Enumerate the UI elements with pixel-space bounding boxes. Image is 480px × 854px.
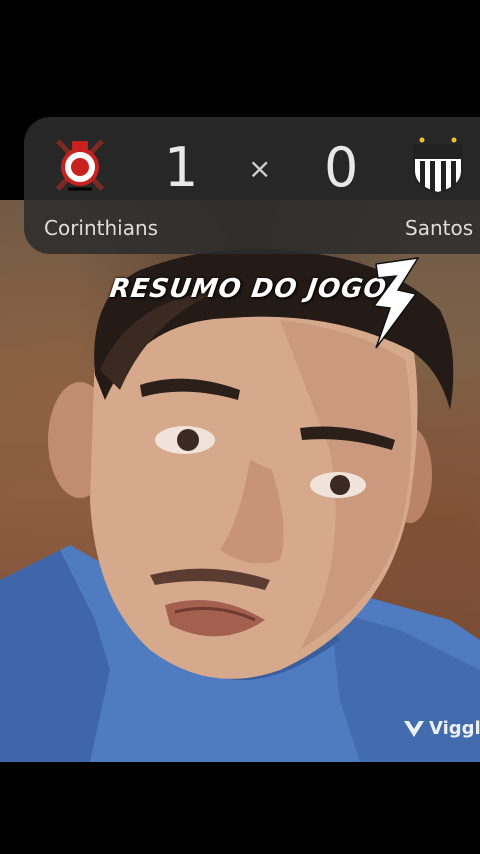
- lightning-3-logo-icon: [372, 257, 420, 349]
- home-score: 1: [164, 136, 199, 199]
- away-score: 0: [324, 136, 359, 199]
- video-title-overlay: RESUMO DO JOGO: [107, 274, 389, 304]
- corinthians-crest-icon: [56, 139, 104, 191]
- away-team-name: Santos: [405, 216, 474, 240]
- score-separator: ×: [248, 152, 272, 185]
- viggle-watermark: Viggle: [402, 716, 480, 740]
- home-team-name: Corinthians: [44, 216, 159, 240]
- scoreboard: 1 × 0 Corinthians Santos: [24, 117, 480, 254]
- viggle-v-icon: [404, 721, 424, 737]
- watermark-text: Viggle: [429, 717, 480, 739]
- santos-crest-icon: [413, 137, 463, 195]
